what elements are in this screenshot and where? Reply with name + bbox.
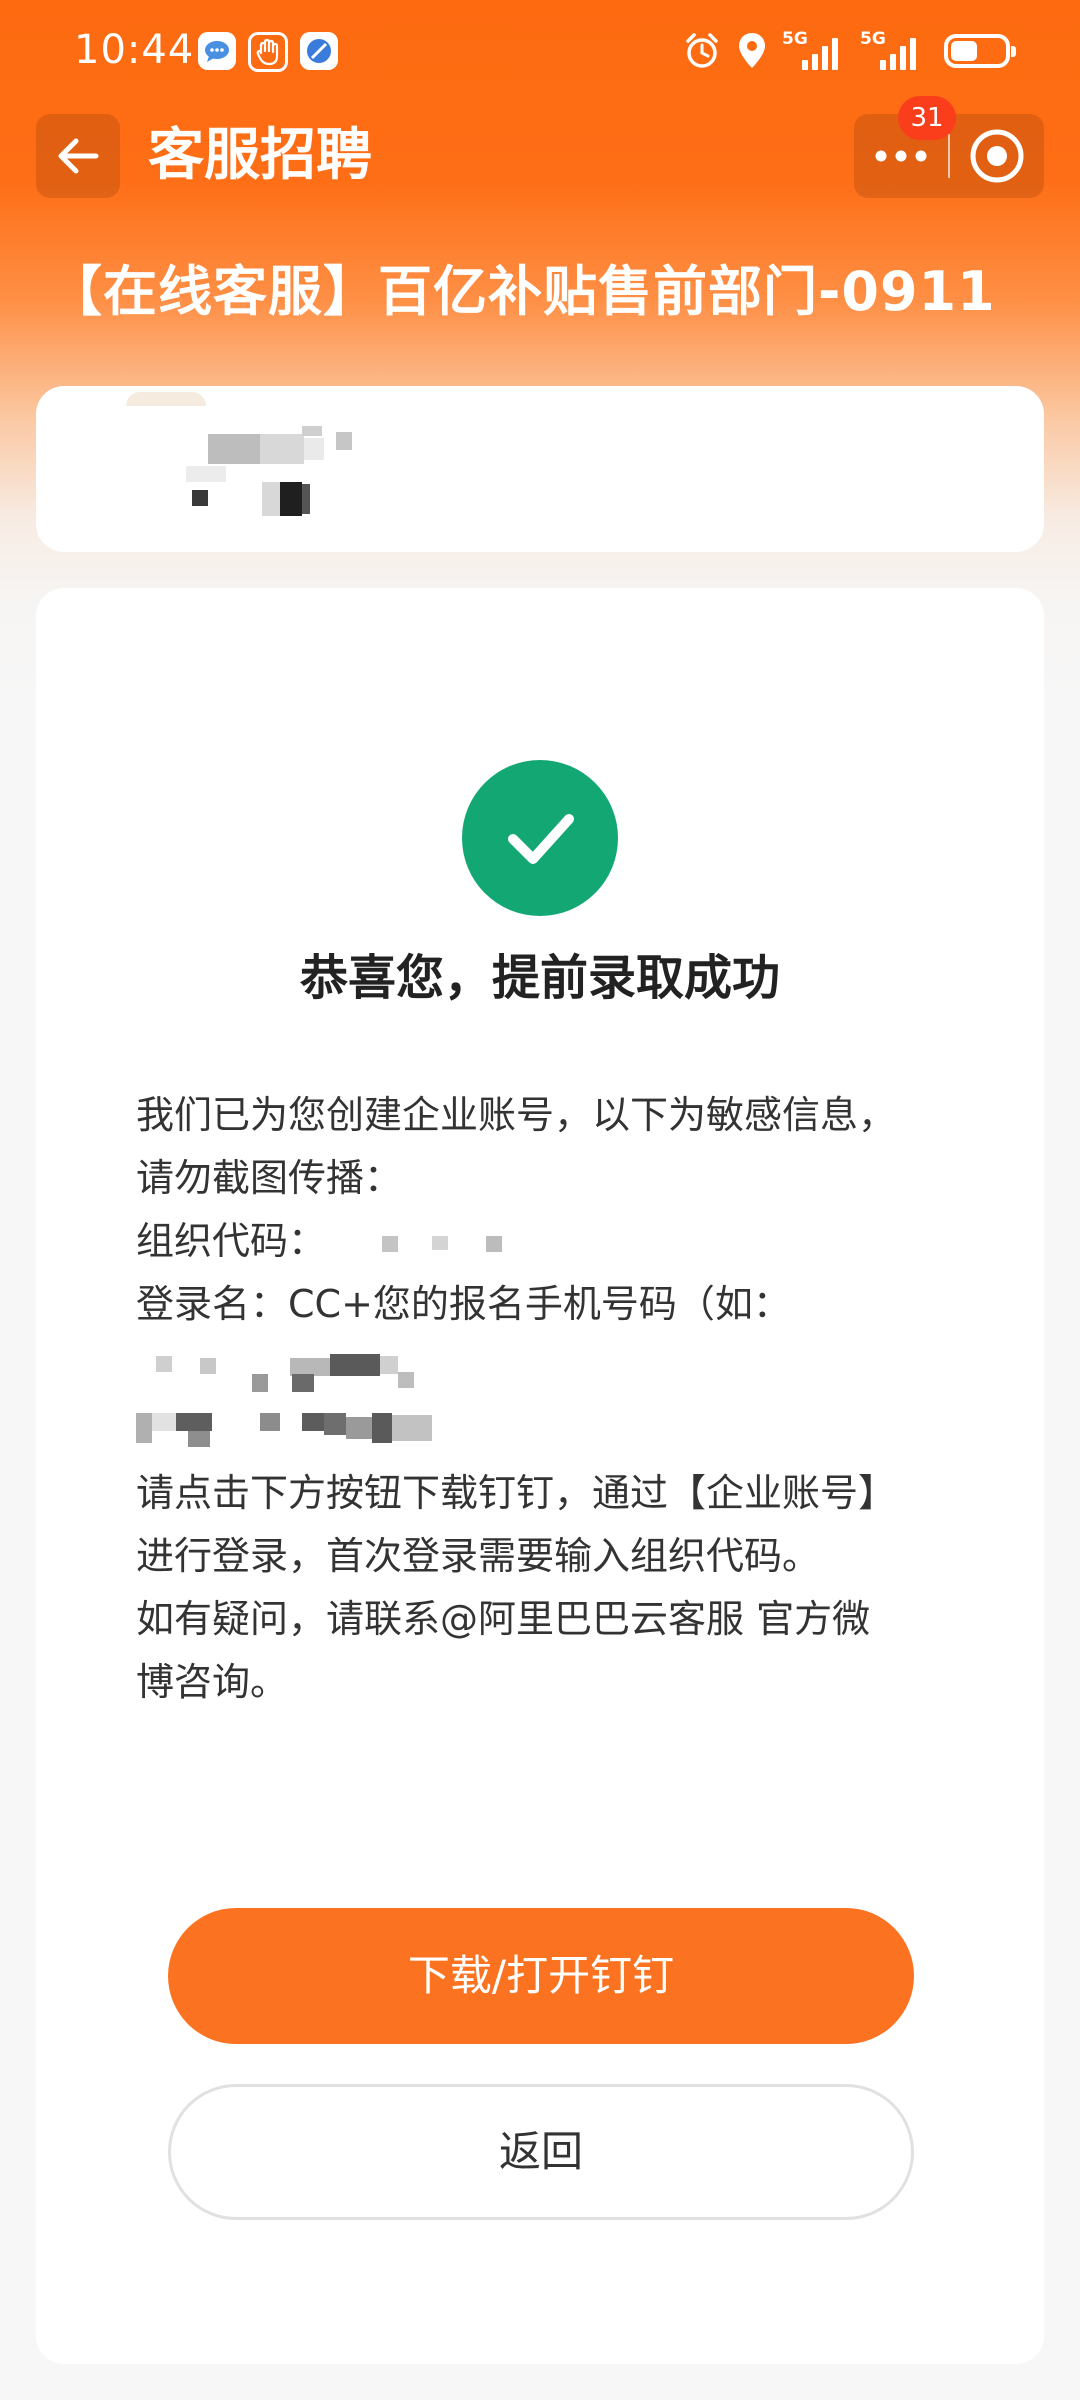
arrow-left-icon xyxy=(58,138,99,174)
browser-icon xyxy=(300,32,338,70)
battery-icon xyxy=(944,34,1016,68)
info-line-2: 请勿截图传播： xyxy=(136,1156,403,1200)
redacted-login-example-1 xyxy=(136,1336,976,1399)
status-time: 10:44 xyxy=(74,27,195,73)
back-button[interactable] xyxy=(36,114,120,198)
download-dingtalk-button[interactable]: 下载/打开钉钉 xyxy=(168,1908,914,2044)
status-indicators: 5G 5G xyxy=(682,26,1016,76)
back-return-button[interactable]: 返回 xyxy=(168,2084,914,2220)
info-line-login: 进行登录，首次登录需要输入组织代码。 xyxy=(136,1534,821,1578)
page-title: 客服招聘 xyxy=(148,123,372,188)
account-info: 我们已为您创建企业账号，以下为敏感信息， 请勿截图传播： 组织代码： 登录名：C… xyxy=(136,1084,976,1714)
target-close-icon xyxy=(970,129,1024,183)
avatar xyxy=(126,392,206,406)
signal-icon: 5G xyxy=(782,30,846,72)
alarm-icon xyxy=(686,33,718,68)
close-mini-program-button[interactable] xyxy=(950,114,1044,198)
notification-badge: 31 xyxy=(898,96,956,140)
message-icon xyxy=(198,32,236,70)
status-bar: 10:44 5G 5G xyxy=(0,0,1080,100)
location-icon xyxy=(739,33,765,68)
success-title: 恭喜您，提前录取成功 xyxy=(299,950,780,1006)
more-dots-icon xyxy=(875,150,927,162)
redacted-org-code xyxy=(382,1236,398,1252)
info-line-contact: 如有疑问，请联系@阿里巴巴云客服 官方微 xyxy=(136,1597,871,1641)
result-card: 恭喜您，提前录取成功 我们已为您创建企业账号，以下为敏感信息， 请勿截图传播： … xyxy=(36,588,1044,2364)
redacted-name xyxy=(208,434,260,464)
profile-card xyxy=(36,386,1044,552)
redacted-info xyxy=(192,490,208,506)
info-line-contact-end: 博咨询。 xyxy=(136,1660,289,1704)
org-code-label: 组织代码： xyxy=(136,1219,327,1263)
signal-icon-2: 5G xyxy=(860,30,924,72)
app-screen: 10:44 5G 5G 客服招聘 31 【在线客服】百亿补贴售前部门-0911 … xyxy=(0,0,1080,2400)
org-code-row: 组织代码： xyxy=(136,1210,976,1273)
redacted-login-example-2 xyxy=(136,1399,976,1462)
job-title: 【在线客服】百亿补贴售前部门-0911 xyxy=(48,260,996,323)
login-name-row: 登录名：CC+您的报名手机号码（如： xyxy=(136,1282,791,1326)
info-line-1: 我们已为您创建企业账号，以下为敏感信息， xyxy=(136,1093,897,1137)
info-line-download: 请点击下方按钮下载钉钉，通过【企业账号】 xyxy=(136,1471,897,1515)
success-check-icon xyxy=(462,760,618,916)
hand-icon xyxy=(248,32,288,72)
